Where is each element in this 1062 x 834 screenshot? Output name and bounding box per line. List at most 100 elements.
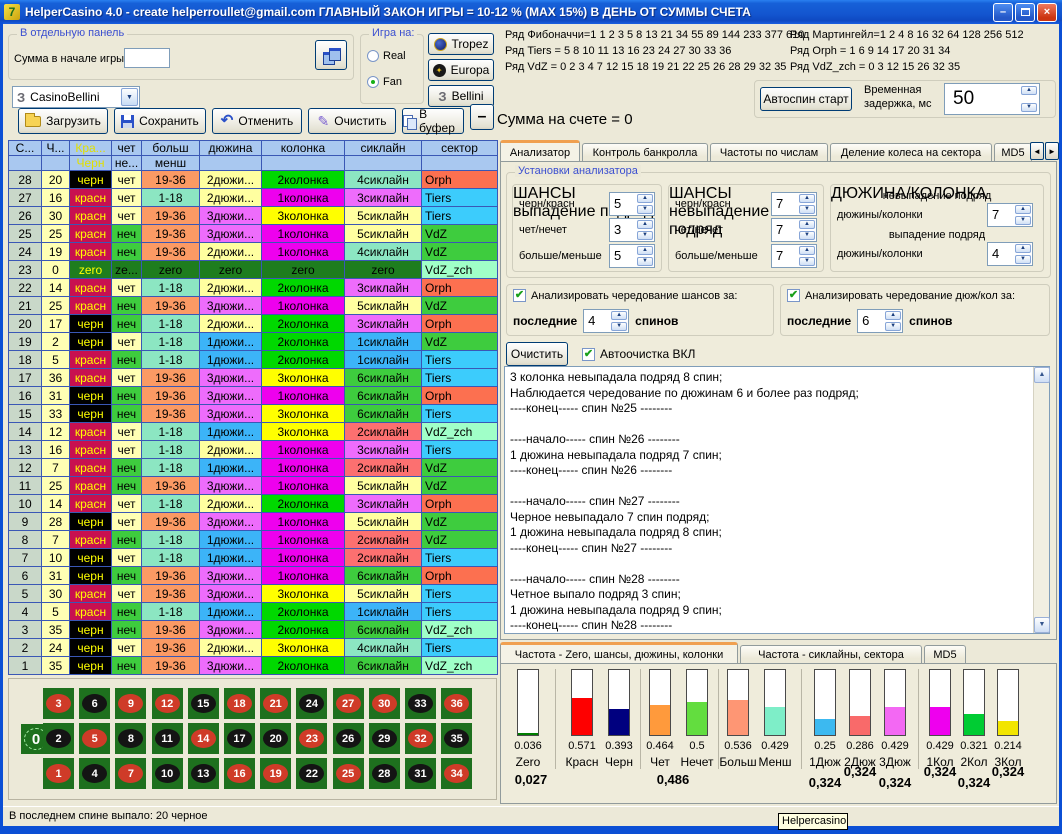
roulette-number-18[interactable]: 18: [224, 688, 255, 719]
tab-scroll-left-icon[interactable]: ◄: [1030, 142, 1044, 160]
roulette-number-26[interactable]: 26: [333, 723, 364, 754]
main-tab-3[interactable]: Частоты по числам: [710, 143, 828, 162]
chevron-down-icon[interactable]: ▼: [121, 88, 138, 106]
save-button[interactable]: Сохранить: [114, 108, 206, 134]
chance-miss-spinner-1[interactable]: 7▲▼: [771, 192, 817, 216]
roulette-number-17[interactable]: 17: [224, 723, 255, 754]
freq-bar-Больш: [727, 669, 749, 736]
roulette-number-11[interactable]: 11: [152, 723, 183, 754]
tab-scroll-right-icon[interactable]: ►: [1045, 142, 1059, 160]
minimize-button[interactable]: –: [993, 3, 1013, 22]
roulette-number-13[interactable]: 13: [188, 758, 219, 789]
roulette-number-32[interactable]: 32: [405, 723, 436, 754]
tropez-icon: [434, 38, 447, 51]
undo-button[interactable]: ↶Отменить: [212, 108, 302, 134]
freq-bar-Zero: [517, 669, 539, 736]
main-tab-4[interactable]: Деление колеса на сектора: [830, 143, 992, 162]
dozen-hit-spinner[interactable]: 4▲▼: [987, 242, 1033, 266]
chance-hit-spinner-1[interactable]: 5▲▼: [609, 192, 655, 216]
roulette-number-9[interactable]: 9: [115, 688, 146, 719]
radio-fan[interactable]: Fan: [367, 76, 402, 88]
autospin-start-button[interactable]: Автоспин старт: [760, 87, 852, 111]
chance-hit-spinner-2[interactable]: 3▲▼: [609, 218, 655, 242]
maximize-button[interactable]: [1015, 3, 1035, 22]
roulette-number-1[interactable]: 1: [43, 758, 74, 789]
roulette-number-8[interactable]: 8: [115, 723, 146, 754]
roulette-number-2[interactable]: 2: [43, 723, 74, 754]
roulette-number-10[interactable]: 10: [152, 758, 183, 789]
bellini-icon: З: [438, 90, 446, 103]
roulette-number-7[interactable]: 7: [115, 758, 146, 789]
roulette-number-35[interactable]: 35: [441, 723, 472, 754]
casino-europa-button[interactable]: ✦Europa: [428, 59, 494, 81]
freq-bar-1Дюж: [814, 669, 836, 736]
dozen-spins-spinner[interactable]: 6 ▲▼: [857, 309, 903, 333]
spin-row: 45красннеч1-181дюжи...2колонка1сиклайнTi…: [9, 603, 498, 621]
series-orph: Ряд Orph = 1 6 9 14 17 20 31 34: [790, 45, 950, 57]
roulette-number-24[interactable]: 24: [296, 688, 327, 719]
roulette-number-5[interactable]: 5: [79, 723, 110, 754]
roulette-number-20[interactable]: 20: [260, 723, 291, 754]
chances-spins-spinner[interactable]: 4 ▲▼: [583, 309, 629, 333]
autoclear-checkbox[interactable]: ✔Автоочистка ВКЛ: [582, 347, 695, 361]
chance-miss-spinner-2[interactable]: 7▲▼: [771, 218, 817, 242]
main-tab-2[interactable]: Контроль банкролла: [582, 143, 708, 162]
collapse-panel-button[interactable]: –: [470, 104, 494, 130]
analyzer-settings-title: Установки анализатора: [515, 165, 641, 177]
analysis-log[interactable]: 3 колонка невыпадала подряд 8 спин; Набл…: [504, 366, 1050, 634]
roulette-number-19[interactable]: 19: [260, 758, 291, 789]
detach-panel-button[interactable]: [315, 40, 347, 70]
roulette-number-15[interactable]: 15: [188, 688, 219, 719]
dozen-miss-spinner[interactable]: 7▲▼: [987, 203, 1033, 227]
casino-select[interactable]: З CasinoBellini ▼: [12, 86, 140, 108]
roulette-number-3[interactable]: 3: [43, 688, 74, 719]
roulette-number-36[interactable]: 36: [441, 688, 472, 719]
log-clear-button[interactable]: Очистить: [506, 342, 568, 366]
roulette-number-16[interactable]: 16: [224, 758, 255, 789]
roulette-number-4[interactable]: 4: [79, 758, 110, 789]
chart-tab-2[interactable]: Частота - сиклайны, сектора: [740, 645, 922, 664]
roulette-number-22[interactable]: 22: [296, 758, 327, 789]
load-button[interactable]: Загрузить: [18, 108, 108, 134]
chance-miss-spinner-3[interactable]: 7▲▼: [771, 244, 817, 268]
chance-hit-spinner-3[interactable]: 5▲▼: [609, 244, 655, 268]
delay-spinner[interactable]: 50 ▲ ▼: [944, 83, 1040, 115]
casino-tropez-button[interactable]: Tropez: [428, 33, 494, 55]
roulette-number-33[interactable]: 33: [405, 688, 436, 719]
radio-real[interactable]: Real: [367, 50, 406, 62]
roulette-number-34[interactable]: 34: [441, 758, 472, 789]
roulette-number-31[interactable]: 31: [405, 758, 436, 789]
log-scrollbar[interactable]: ▲ ▼: [1033, 367, 1049, 633]
scroll-up-icon[interactable]: ▲: [1034, 367, 1050, 383]
chart-tab-1[interactable]: Частота - Zero, шансы, дюжины, колонки: [500, 642, 738, 664]
roulette-number-23[interactable]: 23: [296, 723, 327, 754]
chart-tab-3[interactable]: MD5: [924, 645, 966, 664]
spin-row: 1533черннеч19-363дюжи...3колонка6сиклайн…: [9, 405, 498, 423]
spin-row: 2419красннеч19-362дюжи...1колонка4сиклай…: [9, 243, 498, 261]
chances-hit-box: ШАНСЫ выпадение подрядчерн/красн5▲▼чет/н…: [512, 184, 662, 272]
roulette-number-12[interactable]: 12: [152, 688, 183, 719]
scroll-down-icon[interactable]: ▼: [1034, 617, 1050, 633]
spin-down-icon[interactable]: ▼: [1021, 103, 1037, 112]
roulette-number-14[interactable]: 14: [188, 723, 219, 754]
main-tab-1[interactable]: Анализатор: [500, 140, 580, 162]
roulette-number-27[interactable]: 27: [333, 688, 364, 719]
roulette-number-28[interactable]: 28: [369, 758, 400, 789]
roulette-number-30[interactable]: 30: [369, 688, 400, 719]
clear-button[interactable]: ✎Очистить: [308, 108, 396, 134]
start-sum-input[interactable]: [124, 48, 170, 68]
frequency-chart-panel: 0.036Zero0.571Красн0.393Черн0.464Чет0.5Н…: [500, 663, 1057, 804]
close-button[interactable]: ×: [1037, 3, 1057, 22]
spin-row: 335черннеч19-363дюжи...2колонка6сиклайнV…: [9, 621, 498, 639]
roulette-number-25[interactable]: 25: [333, 758, 364, 789]
main-tab-5[interactable]: MD5: [994, 143, 1032, 162]
alternation-dozen-frame: ✔Анализировать чередование дюж/кол за: п…: [780, 284, 1050, 336]
roulette-number-21[interactable]: 21: [260, 688, 291, 719]
roulette-number-6[interactable]: 6: [79, 688, 110, 719]
alternation-dozen-checkbox[interactable]: ✔Анализировать чередование дюж/кол за:: [787, 289, 1015, 302]
roulette-number-29[interactable]: 29: [369, 723, 400, 754]
alternation-chances-checkbox[interactable]: ✔Анализировать чередование шансов за:: [513, 289, 737, 302]
dozen-column-box: ДЮЖИНА/КОЛОНКАневыпадение подряддюжины/к…: [830, 184, 1044, 272]
to-clipboard-button[interactable]: В буфер: [402, 108, 464, 134]
spin-up-icon[interactable]: ▲: [1021, 86, 1037, 95]
